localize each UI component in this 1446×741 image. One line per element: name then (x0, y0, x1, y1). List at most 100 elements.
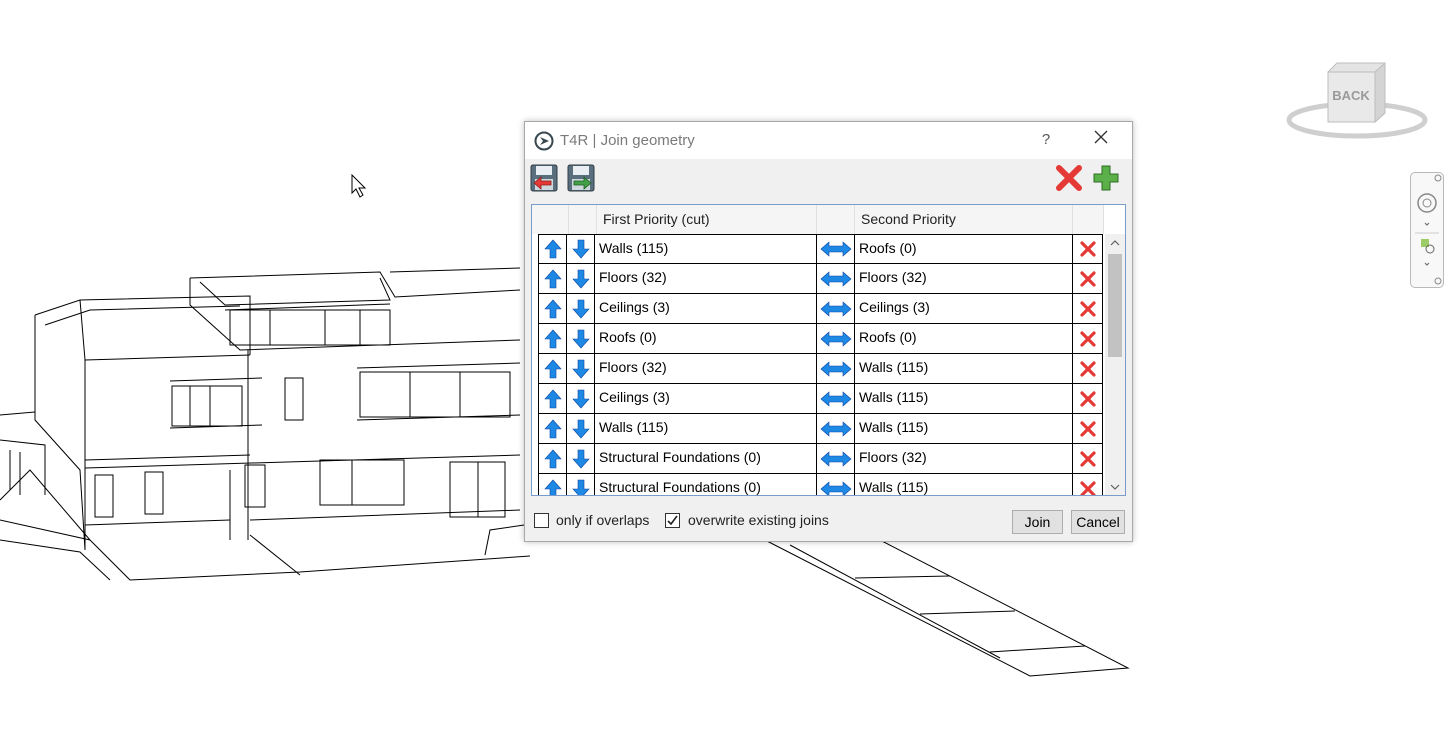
steering-wheel-icon[interactable] (1417, 193, 1437, 213)
table-row: Roofs (0) Roofs (0) (538, 324, 1104, 354)
view-cube[interactable]: BACK (1285, 60, 1430, 145)
first-priority-cell[interactable]: Walls (115) (595, 414, 817, 444)
second-priority-cell[interactable]: Ceilings (3) (855, 294, 1073, 324)
load-button[interactable] (529, 163, 559, 193)
swap-icon (820, 300, 851, 317)
arrow-up-icon (543, 329, 562, 348)
first-priority-cell[interactable]: Structural Foundations (0) (595, 474, 817, 495)
swap-button[interactable] (817, 354, 855, 384)
add-icon (1093, 165, 1119, 191)
arrow-down-icon (571, 359, 590, 378)
first-priority-cell[interactable]: Structural Foundations (0) (595, 444, 817, 474)
delete-row-button[interactable] (1073, 354, 1103, 384)
chevron-down-icon[interactable] (1424, 222, 1430, 226)
swap-button[interactable] (817, 234, 855, 264)
overwrite-existing-joins-checkbox[interactable] (665, 513, 680, 528)
add-row-button[interactable] (1091, 163, 1121, 193)
move-down-button[interactable] (567, 324, 595, 354)
save-button[interactable] (566, 163, 596, 193)
move-up-button[interactable] (538, 414, 567, 444)
table-row: Walls (115) Walls (115) (538, 414, 1104, 444)
swap-button[interactable] (817, 414, 855, 444)
title-bar[interactable]: T4R | Join geometry ? (525, 122, 1132, 159)
help-button[interactable]: ? (1035, 129, 1057, 151)
second-priority-cell[interactable]: Walls (115) (855, 474, 1073, 495)
move-down-button[interactable] (567, 444, 595, 474)
join-button[interactable]: Join (1012, 510, 1063, 534)
vertical-scrollbar[interactable] (1105, 234, 1125, 496)
column-header-first-priority[interactable]: First Priority (cut) (597, 205, 817, 234)
second-priority-cell[interactable]: Walls (115) (855, 384, 1073, 414)
move-up-button[interactable] (538, 474, 567, 495)
scroll-thumb[interactable] (1108, 254, 1122, 357)
delete-row-button[interactable] (1073, 474, 1103, 495)
move-up-button[interactable] (538, 384, 567, 414)
delete-row-button[interactable] (1073, 294, 1103, 324)
move-down-button[interactable] (567, 234, 595, 264)
only-if-overlaps-checkbox[interactable] (534, 513, 549, 528)
delete-row-icon (1079, 360, 1096, 377)
view-cube-face-label[interactable]: BACK (1332, 88, 1370, 103)
arrow-down-icon (571, 389, 590, 408)
arrow-up-icon (543, 359, 562, 378)
swap-button[interactable] (817, 324, 855, 354)
second-priority-cell[interactable]: Roofs (0) (855, 234, 1073, 264)
delete-row-button[interactable] (1073, 414, 1103, 444)
second-priority-cell[interactable]: Walls (115) (855, 354, 1073, 384)
move-down-button[interactable] (567, 354, 595, 384)
first-priority-cell[interactable]: Roofs (0) (595, 324, 817, 354)
move-down-button[interactable] (567, 384, 595, 414)
first-priority-cell[interactable]: Walls (115) (595, 234, 817, 264)
arrow-down-icon (571, 329, 590, 348)
second-priority-cell[interactable]: Floors (32) (855, 264, 1073, 294)
delete-row-button[interactable] (1073, 264, 1103, 294)
scroll-up-icon[interactable] (1105, 234, 1125, 252)
move-up-button[interactable] (538, 264, 567, 294)
join-rules-grid[interactable]: First Priority (cut) Second Priority Wal… (531, 204, 1126, 496)
zoom-icon[interactable] (1421, 239, 1435, 254)
cancel-button[interactable]: Cancel (1071, 510, 1125, 534)
move-up-button[interactable] (538, 324, 567, 354)
navbar-options-icon[interactable] (1434, 277, 1442, 285)
swap-button[interactable] (817, 294, 855, 324)
first-priority-cell[interactable]: Floors (32) (595, 354, 817, 384)
t4r-logo-icon (534, 131, 554, 151)
second-priority-cell[interactable]: Floors (32) (855, 444, 1073, 474)
delete-row-button[interactable] (1073, 324, 1103, 354)
header-cell-down (569, 205, 597, 234)
swap-button[interactable] (817, 444, 855, 474)
delete-row-icon (1079, 300, 1096, 317)
only-if-overlaps-label[interactable]: only if overlaps (556, 512, 649, 528)
second-priority-cell[interactable]: Roofs (0) (855, 324, 1073, 354)
navbar-close-icon[interactable] (1434, 174, 1442, 182)
delete-row-button[interactable] (1073, 384, 1103, 414)
load-icon (530, 164, 558, 192)
scroll-down-icon[interactable] (1105, 478, 1125, 496)
table-row: Structural Foundations (0) Floors (32) (538, 444, 1104, 474)
move-up-button[interactable] (538, 444, 567, 474)
delete-row-button[interactable] (1073, 234, 1103, 264)
swap-button[interactable] (817, 474, 855, 495)
swap-button[interactable] (817, 384, 855, 414)
delete-all-icon (1056, 165, 1082, 191)
column-header-second-priority[interactable]: Second Priority (855, 205, 1073, 234)
first-priority-cell[interactable]: Ceilings (3) (595, 294, 817, 324)
close-button[interactable] (1090, 129, 1112, 151)
move-up-button[interactable] (538, 294, 567, 324)
delete-all-button[interactable] (1054, 163, 1084, 193)
chevron-down-icon[interactable] (1424, 262, 1430, 266)
move-down-button[interactable] (567, 474, 595, 495)
move-up-button[interactable] (538, 234, 567, 264)
second-priority-cell[interactable]: Walls (115) (855, 414, 1073, 444)
swap-button[interactable] (817, 264, 855, 294)
move-down-button[interactable] (567, 414, 595, 444)
overwrite-existing-joins-label[interactable]: overwrite existing joins (688, 512, 829, 528)
delete-row-button[interactable] (1073, 444, 1103, 474)
move-down-button[interactable] (567, 294, 595, 324)
move-down-button[interactable] (567, 264, 595, 294)
first-priority-cell[interactable]: Floors (32) (595, 264, 817, 294)
arrow-up-icon (543, 449, 562, 468)
first-priority-cell[interactable]: Ceilings (3) (595, 384, 817, 414)
move-up-button[interactable] (538, 354, 567, 384)
delete-row-icon (1079, 450, 1096, 467)
